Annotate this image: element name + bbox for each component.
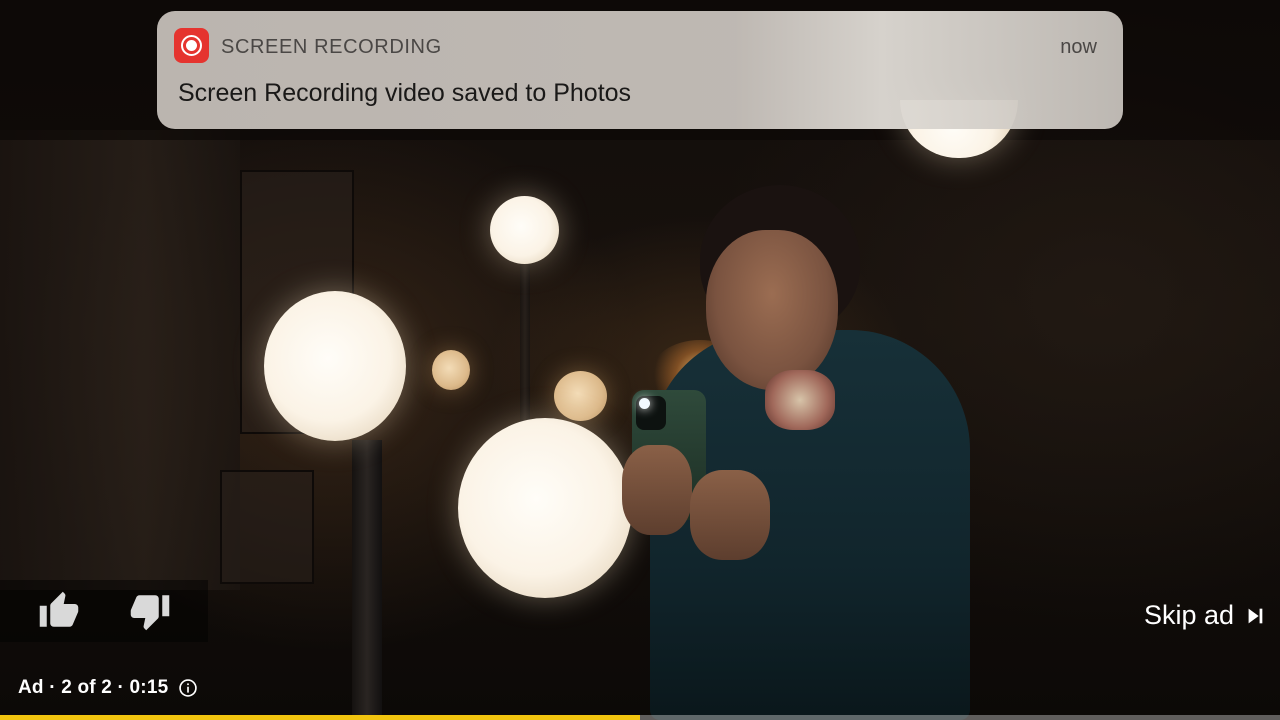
ad-status-text: Ad · 2 of 2 · 0:15 bbox=[18, 677, 169, 698]
ad-rating-controls bbox=[0, 580, 208, 642]
phone-flashlight bbox=[639, 398, 650, 409]
person-face bbox=[706, 230, 838, 390]
notification-banner[interactable]: SCREEN RECORDING now Screen Recording vi… bbox=[157, 11, 1123, 129]
person-scarf bbox=[765, 370, 835, 430]
notification-app-name: SCREEN RECORDING bbox=[221, 36, 442, 58]
lamp-pole bbox=[352, 440, 382, 720]
skip-ad-button[interactable]: Skip ad bbox=[1144, 600, 1266, 631]
skip-ad-label: Skip ad bbox=[1143, 600, 1234, 630]
info-icon[interactable] bbox=[178, 678, 198, 698]
person-hand bbox=[622, 445, 692, 535]
ad-progress-bar[interactable] bbox=[0, 715, 1280, 720]
screen-recording-icon bbox=[174, 28, 209, 63]
skip-next-icon bbox=[1248, 608, 1263, 623]
person-hand bbox=[690, 470, 770, 560]
globe-lamp bbox=[264, 291, 406, 441]
lamp-pole bbox=[520, 250, 530, 430]
record-dot bbox=[186, 40, 197, 51]
globe-lamp bbox=[432, 350, 470, 390]
globe-lamp bbox=[554, 371, 607, 421]
background-window bbox=[220, 470, 314, 584]
globe-lamp bbox=[490, 196, 559, 264]
notification-message: Screen Recording video saved to Photos bbox=[178, 79, 632, 107]
thumbs-up-icon[interactable] bbox=[37, 590, 81, 632]
notification-time: now bbox=[1060, 36, 1097, 58]
ad-info: Ad · 2 of 2 · 0:15 bbox=[18, 677, 198, 699]
globe-lamp bbox=[458, 418, 632, 598]
thumbs-down-icon[interactable] bbox=[128, 590, 172, 632]
ad-progress-fill bbox=[0, 715, 640, 720]
background-wall bbox=[0, 130, 240, 590]
